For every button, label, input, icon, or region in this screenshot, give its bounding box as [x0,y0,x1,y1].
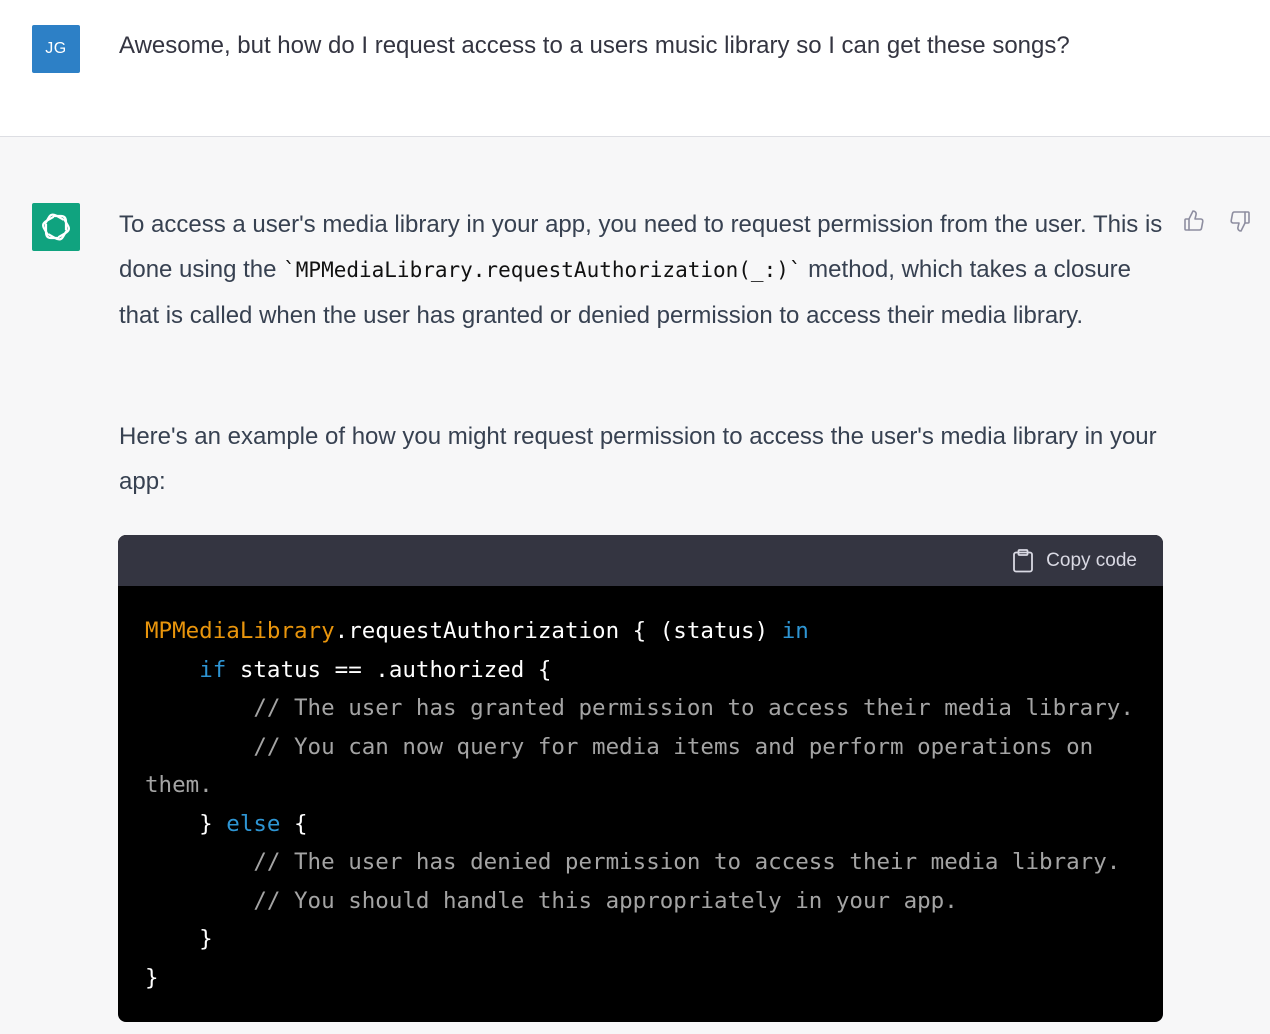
code-text: } [145,810,227,837]
code-comment: them. [145,772,213,798]
thumbs-down-button[interactable] [1226,207,1254,235]
code-block-header: Copy code [118,535,1163,586]
code-keyword: if [199,656,227,683]
code-text: } [145,964,159,991]
code-comment: // You should handle this appropriately … [145,887,958,914]
code-comment: // The user has denied permission to acc… [145,849,1121,875]
clipboard-icon [1013,548,1034,572]
user-message-text: Awesome, but how do I request access to … [119,32,1070,59]
assistant-paragraph-2: Here's an example of how you might reque… [119,423,1157,495]
thumbs-up-button[interactable] [1180,207,1208,235]
user-avatar: JG [32,25,80,73]
assistant-message: To access a user's media library in your… [0,137,1270,1034]
openai-logo-icon [32,203,80,251]
code-type-token: MPMediaLibrary [145,618,335,644]
user-message: JG Awesome, but how do I request access … [0,0,1270,137]
code-keyword: in [781,618,809,644]
copy-code-button[interactable]: Copy code [1012,548,1137,573]
code-content: MPMediaLibrary.requestAuthorization { (s… [118,586,1163,997]
code-text: .requestAuthorization { (status) [334,618,782,644]
assistant-paragraph-1: To access a user's media library in your… [119,202,1169,338]
thumbs-up-icon [1184,210,1204,231]
code-comment: // The user has granted permission to ac… [145,695,1134,721]
code-block: Copy code MPMediaLibrary.requestAuthoriz… [118,535,1163,1022]
code-keyword: else [226,810,281,837]
code-text: } [145,926,213,952]
copy-code-label: Copy code [1046,549,1137,571]
code-text: { [280,810,308,837]
inline-code: `MPMediaLibrary.requestAuthorization(_:)… [283,258,802,282]
code-text: status == .authorized { [226,656,552,683]
code-comment: // You can now query for media items and… [145,733,1094,760]
thumbs-down-icon [1230,211,1250,232]
